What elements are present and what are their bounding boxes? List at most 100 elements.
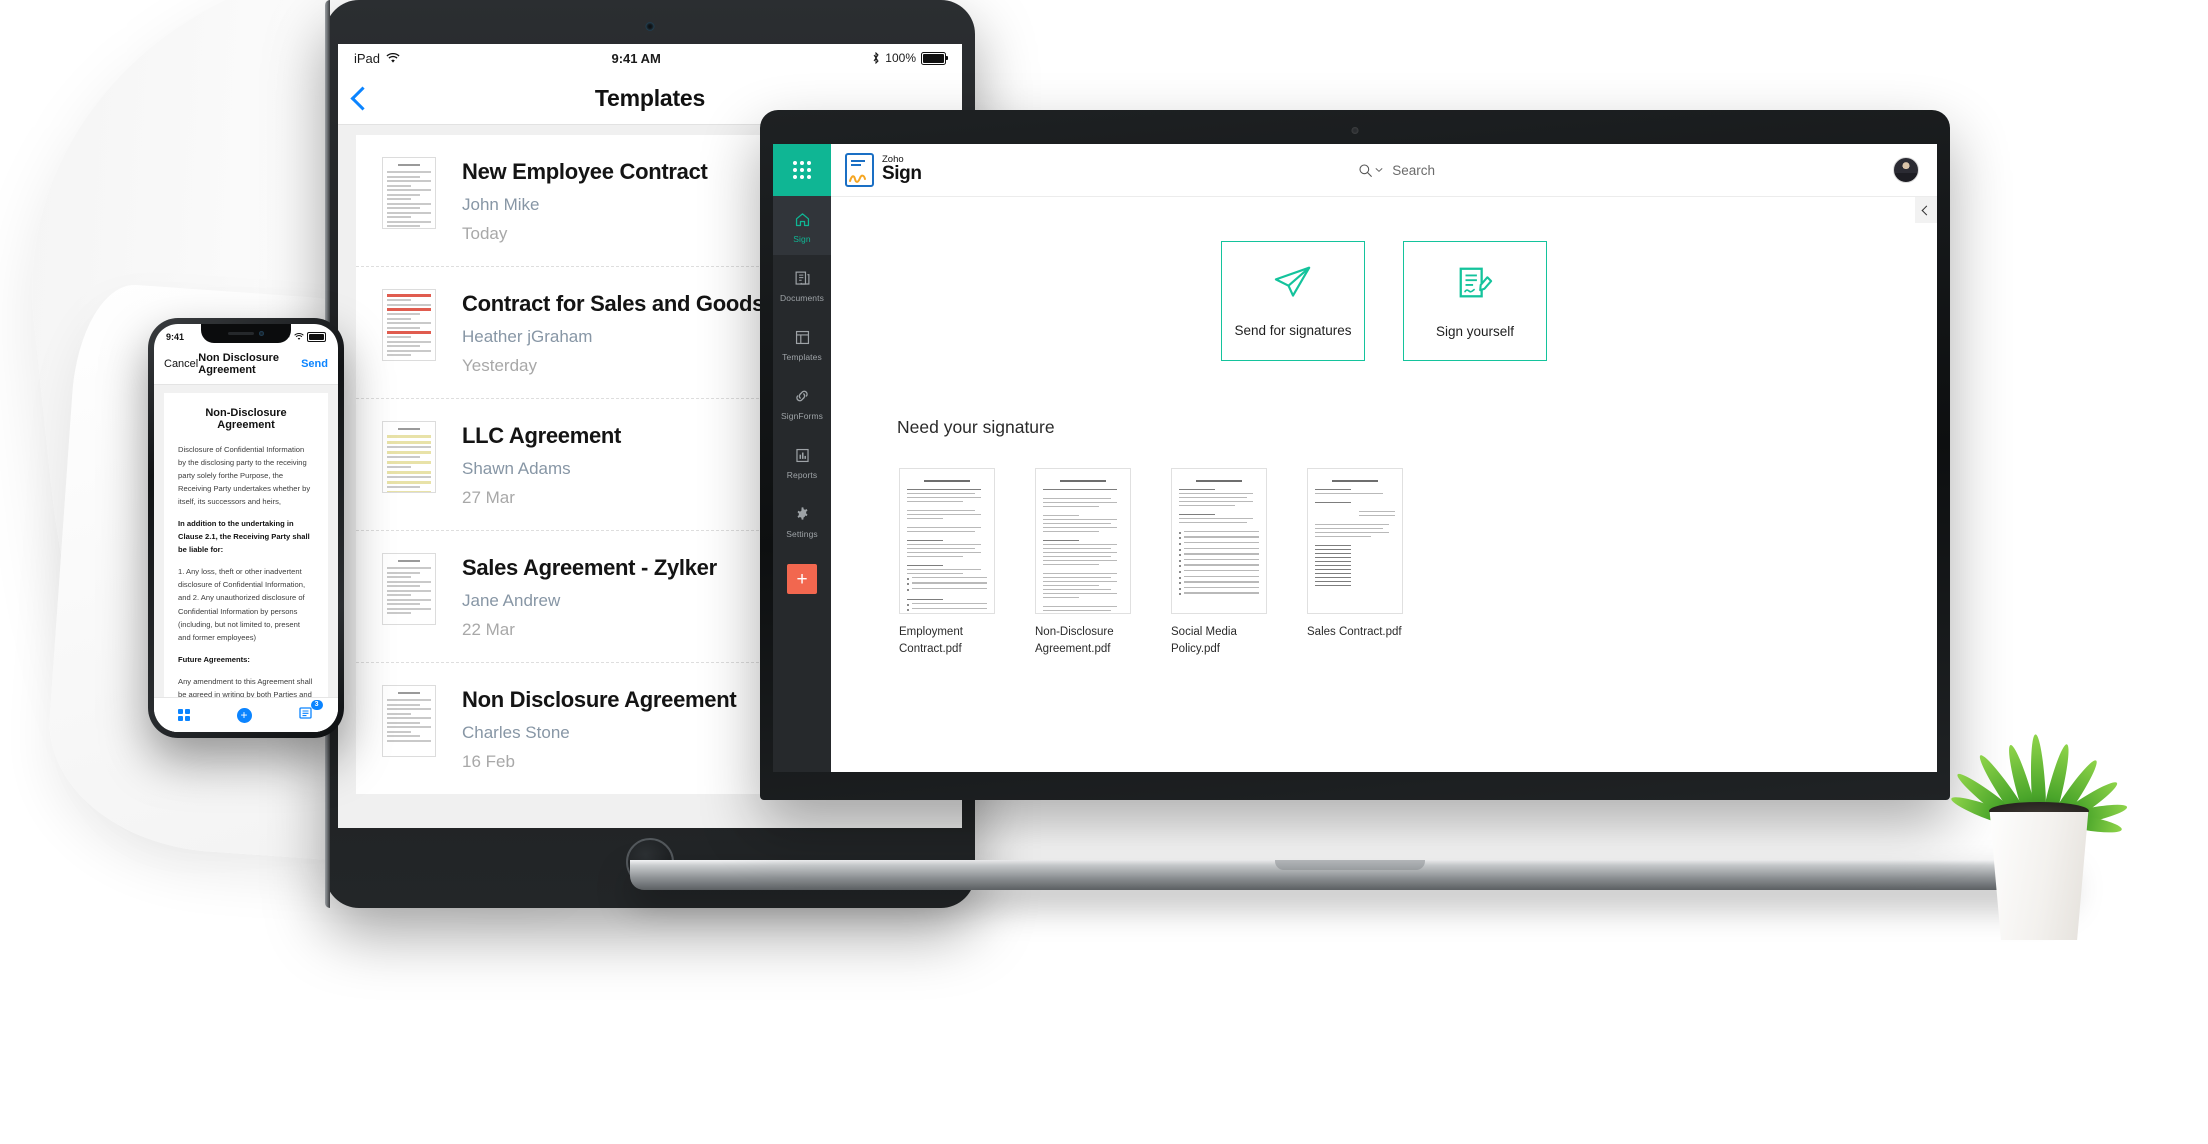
battery-icon (921, 51, 948, 65)
send-for-signatures-card[interactable]: Send for signatures (1221, 241, 1365, 361)
document-name: Employment Contract.pdf (899, 626, 963, 656)
template-date: 27 Mar (462, 488, 515, 507)
home-icon (773, 209, 831, 229)
document-thumbnail (1171, 468, 1267, 614)
quick-action-cards: Send for signatures Sign yourself (831, 241, 1937, 361)
sidebar-item-sign[interactable]: Sign (773, 196, 831, 255)
speaker-icon (228, 332, 254, 335)
collapse-panel-button[interactable] (1915, 197, 1937, 223)
zoho-sign-logo-icon (845, 153, 874, 187)
sidebar-item-label: Reports (786, 470, 818, 480)
document-paragraph: 1. Any loss, theft or other inadvertent … (178, 567, 306, 642)
document-tile[interactable]: Non-Disclosure Agreement.pdf (1035, 468, 1131, 659)
template-thumbnail (382, 421, 436, 493)
need-signature-doc-grid: Employment Contract.pdf Non-Disclosure A… (899, 468, 1937, 659)
plus-icon[interactable]: + (236, 707, 252, 723)
documents-badge: 3 (310, 699, 323, 710)
template-icon (773, 327, 831, 347)
screenshot-stage: iPad 9:41 AM 100% Templates New Employee… (0, 0, 2208, 1144)
sidebar-item-label: Documents (780, 293, 824, 303)
document-name: Social Media Policy.pdf (1171, 626, 1237, 656)
sidebar-item-label: Sign (793, 234, 811, 244)
sidebar-item-reports[interactable]: Reports (773, 432, 831, 491)
document-paragraph: Future Agreements: (178, 654, 250, 664)
chart-icon (773, 445, 831, 465)
iphone-document-scroll[interactable]: Non-Disclosure Agreement Disclosure of C… (154, 385, 338, 732)
iphone-device: 9:41 •••• Cancel Non Disclosure Agreemen… (148, 318, 344, 738)
document-paragraph: In addition to the undertaking in Clause… (178, 519, 310, 555)
cancel-button[interactable]: Cancel (164, 358, 198, 370)
document-thumbnail (1035, 468, 1131, 614)
template-thumbnail (382, 685, 436, 757)
sidebar-item-documents[interactable]: Documents (773, 255, 831, 314)
laptop-base (630, 860, 2070, 890)
gear-icon (773, 504, 831, 524)
iphone-clock: 9:41 (166, 332, 185, 342)
template-thumbnail (382, 289, 436, 361)
ipad-camera-icon (645, 22, 655, 31)
template-name: LLC Agreement (462, 423, 622, 448)
chevron-left-icon (1921, 205, 1931, 215)
document-tile[interactable]: Employment Contract.pdf (899, 468, 995, 659)
sidebar-item-label: Templates (782, 352, 822, 362)
document-name: Sales Contract.pdf (1307, 626, 1402, 638)
iphone-page-title: Non Disclosure Agreement (198, 352, 279, 376)
documents-icon[interactable]: 3 (298, 699, 323, 725)
link-icon (773, 386, 831, 406)
iphone-screen: 9:41 •••• Cancel Non Disclosure Agreemen… (154, 324, 338, 732)
logo-sign-text: Sign (882, 163, 922, 185)
wifi-icon (294, 333, 304, 340)
laptop-base-notch (1275, 860, 1425, 870)
document-pen-icon (1459, 267, 1493, 297)
document-paragraph: Disclosure of Confidential Information b… (178, 445, 311, 507)
search-box[interactable]: Search (1358, 163, 1435, 178)
chevron-down-icon[interactable] (1375, 167, 1383, 173)
document-tile[interactable]: Sales Contract.pdf (1307, 468, 1403, 659)
laptop-screen: Sign Documents Templates SignForms Repor… (773, 144, 1937, 772)
sign-home-main: Send for signatures Sign yourself Need y… (831, 197, 1937, 772)
ipad-carrier-label: iPad (354, 50, 381, 66)
template-owner: Shawn Adams (462, 459, 571, 478)
section-title: Need your signature (897, 417, 1055, 437)
app-topbar: Zoho Sign Search (831, 144, 1937, 197)
laptop-lid: Sign Documents Templates SignForms Repor… (760, 110, 1950, 800)
app-sidebar: Sign Documents Templates SignForms Repor… (773, 144, 831, 772)
sidebar-item-signforms[interactable]: SignForms (773, 373, 831, 432)
ipad-page-title: Templates (594, 84, 706, 111)
wifi-icon (386, 52, 400, 63)
ipad-clock: 9:41 AM (611, 50, 661, 66)
document-tile[interactable]: Social Media Policy.pdf (1171, 468, 1267, 659)
ipad-battery-label: 100% (885, 51, 916, 65)
search-icon (1359, 163, 1373, 177)
template-thumbnail (382, 157, 436, 229)
iphone-notch (201, 324, 291, 343)
documents-icon (773, 268, 831, 288)
grid-apps-icon (793, 161, 811, 179)
paper-plane-icon (1274, 266, 1311, 297)
sidebar-item-templates[interactable]: Templates (773, 314, 831, 373)
app-content: Zoho Sign Search Send for signatures Sig… (831, 144, 1937, 772)
avatar[interactable] (1893, 157, 1919, 183)
sidebar-item-settings[interactable]: Settings (773, 491, 831, 550)
plant-pot (1989, 812, 2089, 940)
ipad-status-bar: iPad 9:41 AM 100% (338, 44, 962, 72)
card-label: Sign yourself (1435, 323, 1515, 339)
template-thumbnail (382, 553, 436, 625)
front-camera-icon (259, 331, 264, 336)
send-button[interactable]: Send (301, 358, 328, 370)
potted-plant (1948, 640, 2145, 940)
laptop-device: Sign Documents Templates SignForms Repor… (630, 110, 2070, 930)
search-placeholder: Search (1392, 162, 1435, 178)
document-thumbnail (899, 468, 995, 614)
document-thumbnail (1307, 468, 1403, 614)
sign-yourself-card[interactable]: Sign yourself (1403, 241, 1547, 361)
card-label: Send for signatures (1234, 322, 1352, 338)
battery-icon (307, 332, 326, 342)
grid-icon[interactable] (177, 709, 190, 721)
zoho-sign-logo: Zoho Sign (845, 153, 922, 187)
add-document-button[interactable]: + (787, 564, 817, 594)
nda-document: Non-Disclosure Agreement Disclosure of C… (164, 393, 328, 732)
apps-launcher-button[interactable] (773, 144, 831, 196)
sidebar-item-label: Settings (786, 529, 818, 539)
iphone-navigation-bar: Cancel Non Disclosure Agreement Send (154, 348, 338, 385)
